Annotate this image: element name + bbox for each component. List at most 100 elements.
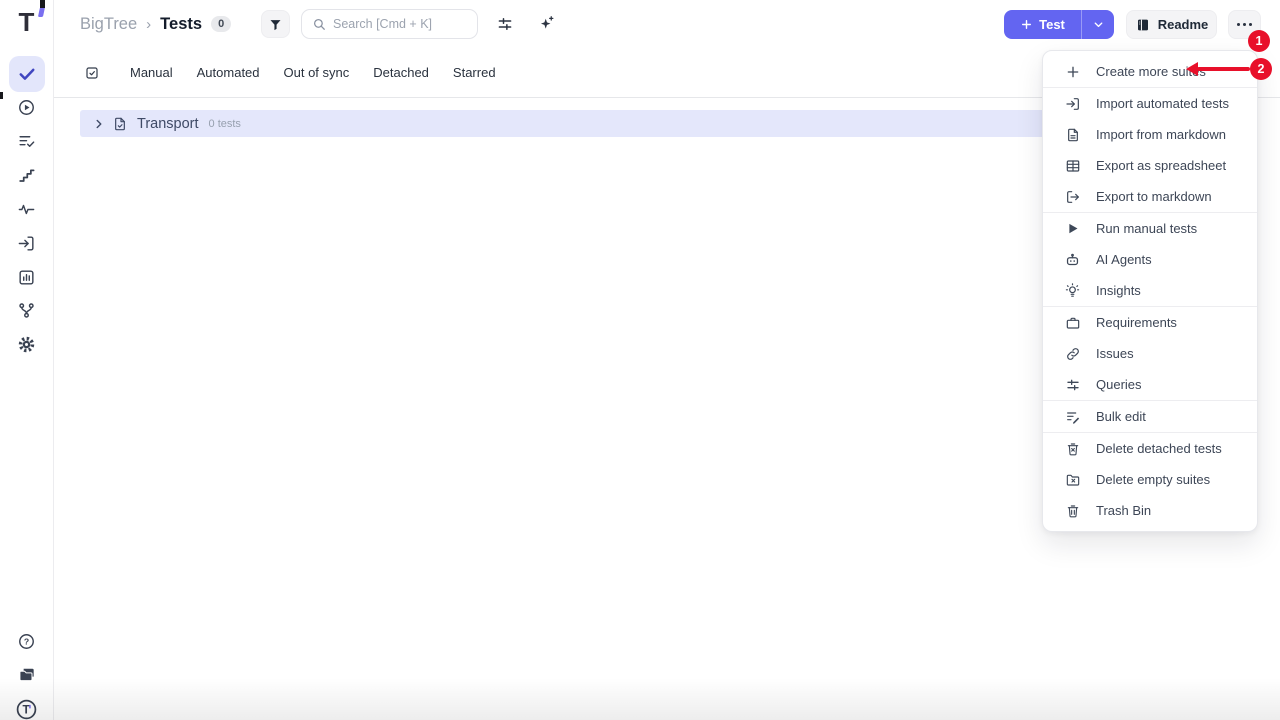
tab-manual[interactable]: Manual: [130, 65, 173, 80]
bar-chart-icon: [17, 268, 36, 287]
menu-item-label: AI Agents: [1096, 252, 1152, 267]
view-settings-button[interactable]: [496, 15, 514, 33]
breadcrumb-separator: ›: [146, 16, 151, 33]
sidebar-item-help[interactable]: ?: [9, 623, 45, 659]
create-test-dropdown-button[interactable]: [1082, 10, 1114, 39]
menu-item-insights[interactable]: Insights: [1043, 275, 1257, 306]
expand-chevron-icon[interactable]: [92, 117, 106, 131]
menu-item-export-to-markdown[interactable]: Export to markdown: [1043, 181, 1257, 212]
folders-icon: [17, 665, 37, 685]
menu-item-import-automated-tests[interactable]: Import automated tests: [1043, 88, 1257, 119]
menu-item-label: Export to markdown: [1096, 189, 1212, 204]
folder-x-icon: [1064, 472, 1081, 488]
menu-item-trash-bin[interactable]: Trash Bin: [1043, 495, 1257, 526]
import-icon: [1064, 96, 1081, 112]
sidebar-item-test-plans[interactable]: [9, 123, 45, 159]
stairs-icon: [17, 166, 36, 185]
search-input[interactable]: [333, 17, 453, 31]
sliders-icon: [1064, 377, 1081, 393]
logo-letter: T: [19, 9, 35, 35]
menu-item-label: Export as spreadsheet: [1096, 158, 1226, 173]
filter-button[interactable]: [261, 10, 290, 38]
sidebar: T ?: [0, 0, 54, 720]
menu-item-label: Trash Bin: [1096, 503, 1151, 518]
menu-item-label: Insights: [1096, 283, 1141, 298]
tests-count-badge: 0: [211, 16, 231, 32]
branch-icon: [17, 301, 36, 320]
select-all-button[interactable]: [84, 65, 100, 81]
menu-group-run-ai: Run manual tests AI Agents Insights: [1043, 212, 1257, 306]
annotation-arrow-head: [1186, 62, 1198, 76]
menu-group-import-export: Import automated tests Import from markd…: [1043, 87, 1257, 212]
briefcase-icon: [1065, 315, 1081, 331]
play-circle-icon: [17, 98, 36, 117]
menu-item-bulk-edit[interactable]: Bulk edit: [1043, 401, 1257, 432]
export-icon: [1064, 189, 1081, 205]
tab-out-of-sync[interactable]: Out of sync: [284, 65, 350, 80]
gear-icon: [17, 335, 36, 354]
app-logo[interactable]: T: [12, 7, 42, 37]
tab-detached[interactable]: Detached: [373, 65, 429, 80]
menu-item-export-as-spreadsheet[interactable]: Export as spreadsheet: [1043, 150, 1257, 181]
menu-item-label: Run manual tests: [1096, 221, 1197, 236]
import-icon: [1065, 96, 1081, 112]
help-icon: ?: [17, 632, 36, 651]
sidebar-item-runs[interactable]: [9, 90, 45, 126]
search-icon: [312, 17, 326, 31]
spreadsheet-icon: [1065, 158, 1081, 174]
pulse-icon: [17, 200, 36, 219]
sidebar-item-steps[interactable]: [9, 157, 45, 193]
lightbulb-icon: [1064, 282, 1081, 299]
briefcase-icon: [1064, 315, 1081, 331]
chevron-right-icon: [92, 117, 106, 131]
menu-item-create-more-suites[interactable]: Create more suites: [1043, 56, 1257, 87]
play-icon: [1064, 221, 1081, 236]
file-markdown-icon: [1064, 127, 1081, 143]
sidebar-item-profile[interactable]: T: [9, 691, 45, 720]
sidebar-item-import[interactable]: [9, 225, 45, 261]
bottom-fade: [0, 678, 1280, 720]
link-icon: [1064, 346, 1081, 362]
sidebar-item-analytics[interactable]: [9, 259, 45, 295]
readme-button[interactable]: Readme: [1126, 10, 1217, 39]
folder-x-icon: [1065, 472, 1081, 488]
sidebar-item-tests[interactable]: [9, 56, 45, 92]
tab-automated[interactable]: Automated: [197, 65, 260, 80]
menu-item-ai-agents[interactable]: AI Agents: [1043, 244, 1257, 275]
menu-item-requirements[interactable]: Requirements: [1043, 307, 1257, 338]
menu-item-delete-empty-suites[interactable]: Delete empty suites: [1043, 464, 1257, 495]
menu-item-delete-detached-tests[interactable]: Delete detached tests: [1043, 433, 1257, 464]
readme-label: Readme: [1158, 17, 1209, 32]
menu-item-run-manual-tests[interactable]: Run manual tests: [1043, 213, 1257, 244]
ai-assistant-button[interactable]: [537, 14, 556, 33]
plus-icon: [1065, 64, 1081, 80]
create-test-split-button: Test: [1004, 10, 1114, 39]
screen-artifact: [40, 0, 45, 8]
spreadsheet-icon: [1064, 158, 1081, 174]
menu-group-bulk: Bulk edit: [1043, 400, 1257, 432]
sidebar-item-settings[interactable]: [9, 326, 45, 362]
breadcrumb-project[interactable]: BigTree: [80, 15, 137, 34]
menu-item-import-from-markdown[interactable]: Import from markdown: [1043, 119, 1257, 150]
tab-starred[interactable]: Starred: [453, 65, 496, 80]
menu-item-label: Delete detached tests: [1096, 441, 1222, 456]
check-icon: [17, 64, 37, 84]
menu-item-label: Delete empty suites: [1096, 472, 1210, 487]
more-actions-menu: Create more suites Import automated test…: [1042, 50, 1258, 532]
sidebar-item-branches[interactable]: [9, 293, 45, 329]
sliders-icon: [496, 15, 514, 33]
trash-icon: [1065, 503, 1081, 519]
sidebar-item-projects[interactable]: [9, 657, 45, 693]
menu-item-issues[interactable]: Issues: [1043, 338, 1257, 369]
export-icon: [1065, 189, 1081, 205]
import-box-icon: [17, 234, 36, 253]
sidebar-item-activity[interactable]: [9, 191, 45, 227]
list-pencil-icon: [1065, 409, 1081, 425]
robot-icon: [1064, 251, 1081, 268]
select-all-icon: [84, 65, 100, 81]
create-test-button[interactable]: Test: [1004, 10, 1082, 39]
screen-artifact: [0, 92, 3, 99]
menu-item-queries[interactable]: Queries: [1043, 369, 1257, 400]
menu-item-label: Import from markdown: [1096, 127, 1226, 142]
svg-text:?: ?: [24, 636, 29, 646]
